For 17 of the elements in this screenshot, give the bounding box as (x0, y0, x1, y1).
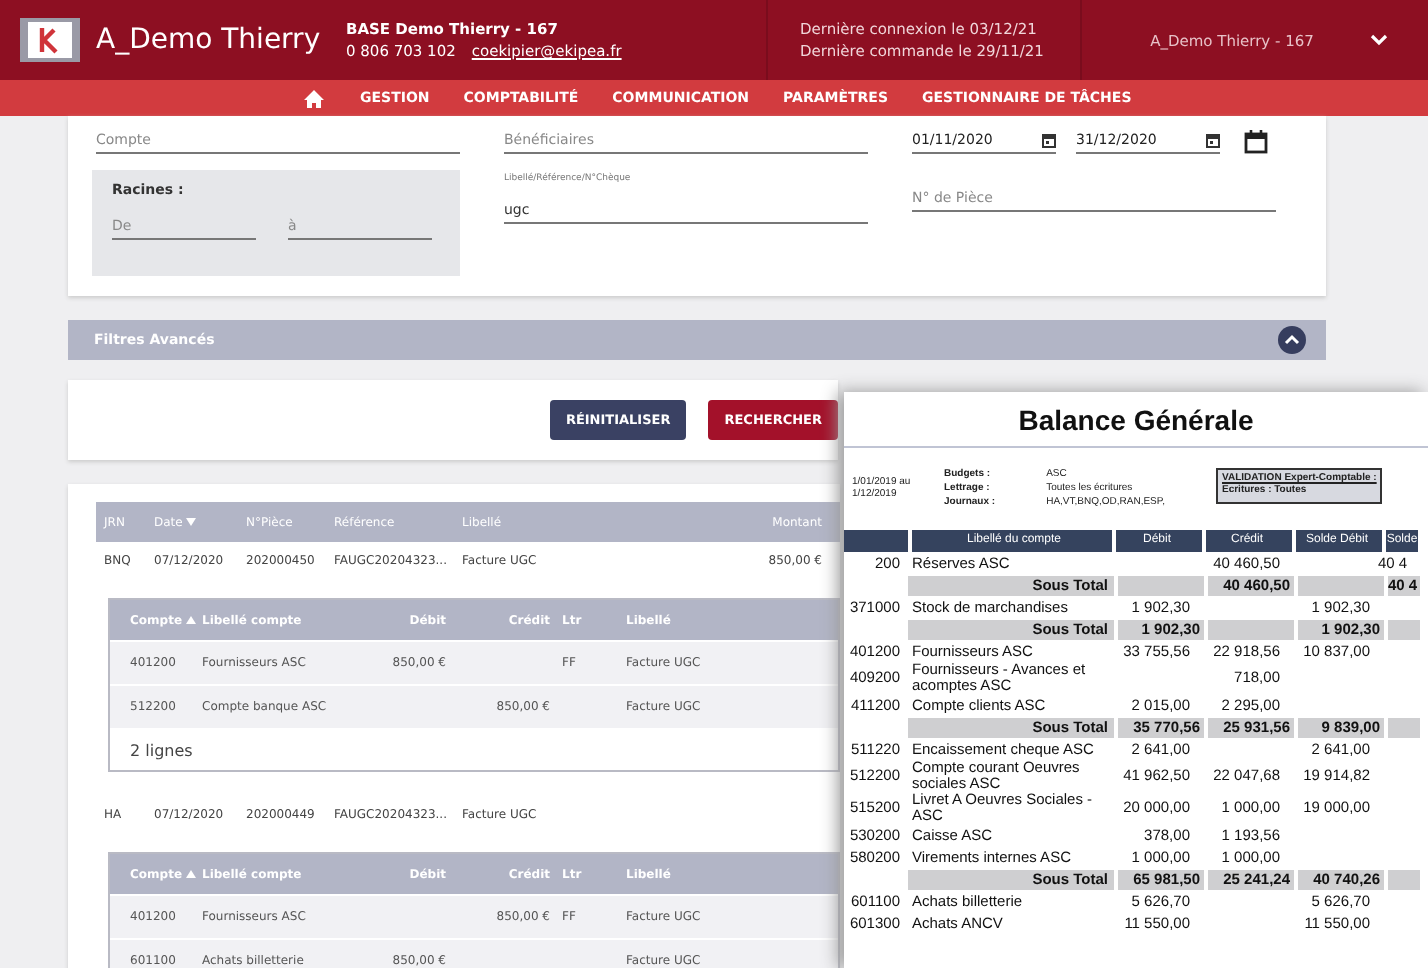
calendar-icon[interactable] (1244, 129, 1268, 153)
collapse-icon[interactable] (1278, 326, 1306, 354)
report-title: Balance Générale (844, 404, 1428, 448)
subtotal-cell (1388, 717, 1420, 737)
row-count: 2 lignes (110, 730, 838, 770)
home-icon[interactable] (304, 89, 324, 107)
calendar-icon[interactable] (1042, 133, 1056, 147)
app-title: A_Demo Thierry (96, 24, 323, 56)
chevron-down-icon[interactable] (1369, 34, 1388, 46)
subtotal-cell (1388, 619, 1420, 639)
subtotal-cell (1388, 869, 1420, 889)
calendar-icon[interactable] (1206, 133, 1220, 147)
subtotal-cell (1118, 575, 1204, 595)
subtotal-cell (1298, 575, 1384, 595)
subtotal-cell (1208, 619, 1294, 639)
column-header (844, 529, 908, 551)
logo-icon[interactable] (20, 18, 80, 62)
